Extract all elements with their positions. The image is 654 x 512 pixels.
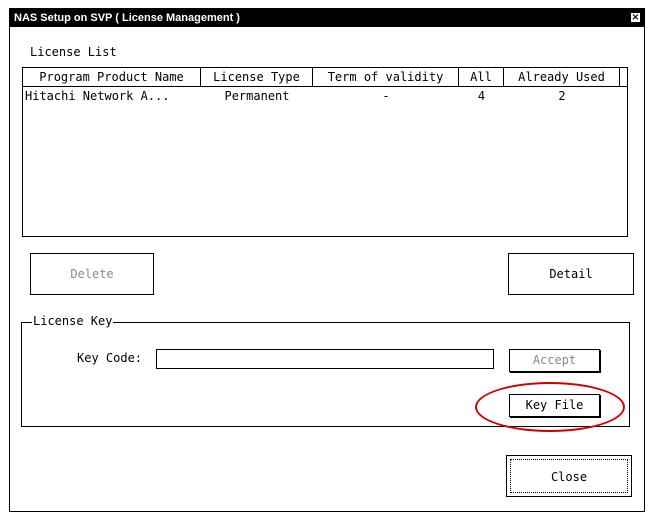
table-row[interactable]: Hitachi Network A... Permanent - 4 2 <box>23 88 627 104</box>
detail-button[interactable]: Detail <box>508 253 634 295</box>
license-list-table[interactable]: Program Product Name License Type Term o… <box>22 67 628 237</box>
column-header-all[interactable]: All <box>459 68 504 86</box>
accept-button[interactable]: Accept <box>509 349 600 372</box>
license-key-group-label: License Key <box>32 314 114 328</box>
column-header-program-product-name[interactable]: Program Product Name <box>23 68 201 86</box>
license-list-header: Program Product Name License Type Term o… <box>23 68 627 87</box>
delete-button[interactable]: Delete <box>30 253 154 295</box>
title-bar: NAS Setup on SVP ( License Management ) … <box>10 9 644 27</box>
close-button-label: Close <box>510 459 628 493</box>
window-title: NAS Setup on SVP ( License Management ) <box>14 12 240 24</box>
column-header-already-used[interactable]: Already Used <box>504 68 620 86</box>
cell-all: 4 <box>477 89 486 103</box>
cell-program-product-name: Hitachi Network A... <box>25 89 170 103</box>
column-header-term-of-validity[interactable]: Term of validity <box>313 68 459 86</box>
close-button[interactable]: Close <box>506 455 632 497</box>
key-code-input[interactable] <box>156 349 494 369</box>
key-file-highlight-ellipse <box>475 382 625 432</box>
cell-already-used: 2 <box>558 89 566 103</box>
cell-term-of-validity: - <box>382 89 390 103</box>
column-header-license-type[interactable]: License Type <box>201 68 313 86</box>
key-code-label: Key Code: <box>77 351 143 365</box>
cell-license-type: Permanent <box>224 89 290 103</box>
license-list-label: License List <box>30 45 117 59</box>
close-window-icon[interactable]: × <box>630 12 641 23</box>
